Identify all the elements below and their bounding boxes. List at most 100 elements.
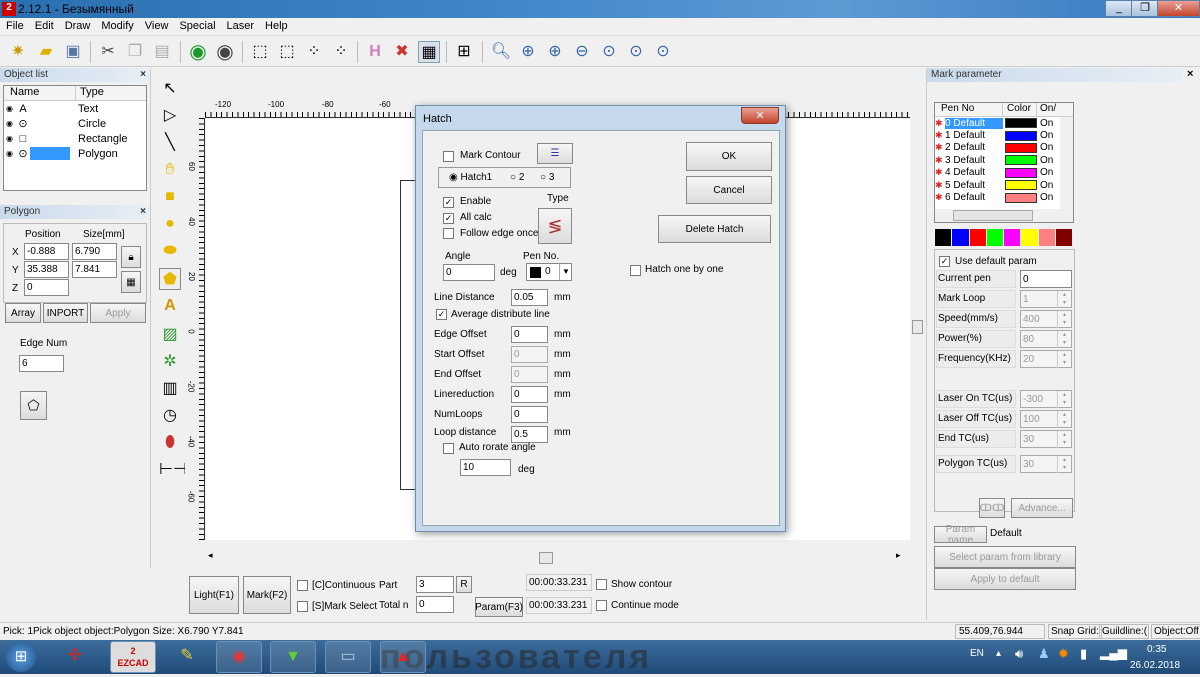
light-button[interactable]: Light(F1) — [189, 576, 239, 614]
close-icon[interactable]: × — [140, 68, 146, 82]
mark-contour-checkbox[interactable] — [443, 151, 454, 162]
delete-hatch-button[interactable]: Delete Hatch — [658, 215, 771, 243]
array-button[interactable]: Array — [5, 303, 41, 323]
object-name[interactable] — [30, 102, 70, 115]
pen-on-state[interactable]: On — [1040, 167, 1053, 178]
text-tool-icon[interactable]: A — [159, 295, 181, 317]
z-position-input[interactable] — [24, 279, 69, 296]
guideline-status[interactable]: Guildline:( — [1099, 624, 1149, 639]
object-name[interactable] — [30, 147, 70, 160]
chain-icon[interactable]: ↀↀ — [979, 498, 1005, 518]
pen-select[interactable]: 0 ▼ — [526, 263, 572, 281]
chevron-down-icon[interactable]: ▼ — [559, 264, 572, 280]
inport-button[interactable]: INPORT — [43, 303, 88, 323]
column-on-off[interactable]: On/ — [1037, 103, 1056, 116]
align-icon[interactable]: ⊞ — [453, 41, 475, 63]
pen-row[interactable]: ✱ 0 Default On — [935, 117, 1073, 129]
object-name[interactable] — [30, 117, 70, 130]
zoom-out-icon[interactable]: ⊖ — [571, 41, 593, 63]
end-offset-input[interactable] — [511, 366, 548, 383]
taskbar-paint-icon[interactable]: ✎ — [164, 641, 210, 673]
visibility-eye-icon[interactable]: ◉ — [4, 104, 16, 113]
angle-input[interactable] — [443, 264, 495, 281]
hatch-one-by-one-checkbox[interactable] — [630, 265, 641, 276]
pen-on-state[interactable]: On — [1040, 130, 1053, 141]
output-port-icon[interactable]: ⊢⊣ — [159, 459, 187, 481]
reset-button[interactable]: R — [456, 576, 472, 593]
zoom-icon[interactable]: 🔍︎ — [490, 41, 512, 63]
loop-distance-input[interactable] — [511, 426, 548, 443]
spinner-icon[interactable]: ▴ ▾ — [1057, 431, 1071, 448]
visibility-eye-icon[interactable]: ◉ — [4, 134, 16, 143]
zoom-all-icon[interactable]: ⊕ — [544, 41, 566, 63]
column-type[interactable]: Type — [76, 86, 104, 100]
spinner-icon[interactable]: ▴ ▾ — [1057, 291, 1071, 308]
menu-edit[interactable]: Edit — [29, 18, 59, 32]
minimize-button[interactable]: _ — [1105, 0, 1133, 17]
node-edit-icon[interactable]: ▷ — [159, 105, 181, 127]
maximize-button[interactable]: ❐ — [1131, 0, 1159, 17]
object-snap-status[interactable]: Object:Off — [1151, 624, 1200, 639]
select-invert-icon[interactable]: ⬚ — [276, 41, 298, 63]
pen-row[interactable]: ✱ 3 Default On — [935, 154, 1073, 166]
palette-swatch[interactable] — [1038, 229, 1055, 246]
advance-button[interactable]: Advance... — [1011, 498, 1073, 518]
average-distribute-checkbox[interactable]: ✓ — [436, 309, 447, 320]
pen-row[interactable]: ✱ 1 Default On — [935, 129, 1073, 141]
ellipse-tool-icon[interactable]: ⬬ — [159, 240, 181, 262]
column-pen-no[interactable]: Pen No — [935, 103, 1003, 116]
cut-icon[interactable]: ✂ — [97, 41, 119, 63]
palette-swatch[interactable] — [1004, 229, 1021, 246]
zoom-select-icon[interactable]: ⊙ — [598, 41, 620, 63]
show-contour-checkbox[interactable] — [596, 579, 607, 590]
palette-swatch[interactable] — [1021, 229, 1038, 246]
dialog-close-button[interactable]: ✕ — [741, 107, 779, 124]
volume-icon[interactable]: 🔊︎ — [1015, 646, 1023, 662]
pen-on-state[interactable]: On — [1040, 142, 1053, 153]
line-distance-input[interactable] — [511, 289, 548, 306]
edge-num-input[interactable] — [19, 355, 64, 372]
redo-icon[interactable]: ◉ — [214, 41, 236, 63]
horizontal-scrollbar[interactable]: ◂ ▸ — [206, 550, 910, 565]
spinner-icon[interactable]: ▴ ▾ — [1057, 456, 1071, 473]
polygon-shape-icon[interactable]: ⬠ — [20, 391, 47, 420]
object-list-row[interactable]: ◉ ⊙ Polygon — [4, 146, 146, 161]
close-button[interactable]: ✕ — [1157, 0, 1200, 17]
column-color[interactable]: Color — [1003, 103, 1037, 116]
pen-on-state[interactable]: On — [1040, 118, 1053, 129]
clock-date[interactable]: 26.02.2018 — [1130, 660, 1180, 671]
pen-list-hscroll[interactable] — [935, 209, 1073, 222]
circle-tool-icon[interactable]: ● — [159, 213, 181, 235]
mark-button[interactable]: Mark(F2) — [243, 576, 291, 614]
ok-button[interactable]: OK — [686, 142, 772, 171]
object-name[interactable] — [30, 132, 70, 145]
auto-rotate-input[interactable] — [460, 459, 511, 476]
pen-on-state[interactable]: On — [1040, 155, 1053, 166]
apply-button[interactable]: Apply — [90, 303, 146, 323]
pen-row[interactable]: ✱ 6 Default On — [935, 191, 1073, 203]
param-button[interactable]: Param(F3) — [475, 597, 523, 617]
start-offset-input[interactable] — [511, 346, 548, 363]
palette-swatch[interactable] — [952, 229, 969, 246]
open-folder-icon[interactable]: ▰ — [35, 41, 57, 63]
group-icon[interactable]: ⁘ — [303, 41, 325, 63]
menu-special[interactable]: Special — [173, 18, 220, 32]
vector-import-icon[interactable]: ✲ — [159, 351, 181, 373]
taskbar-corel-icon[interactable]: ▼ — [270, 641, 316, 673]
linereduction-input[interactable] — [511, 386, 548, 403]
spinner-icon[interactable]: ▴ ▾ — [1057, 311, 1071, 328]
pen-row[interactable]: ✱ 5 Default On — [935, 179, 1073, 191]
pen-row[interactable]: ✱ 2 Default On — [935, 142, 1073, 154]
hatch1-radio[interactable]: ◉ Hatch1 — [449, 172, 492, 183]
mark-select-checkbox[interactable] — [297, 601, 308, 612]
pen-on-state[interactable]: On — [1040, 192, 1053, 203]
palette-swatch[interactable] — [935, 229, 952, 246]
taskbar-drive-icon[interactable]: ▭ — [325, 641, 371, 673]
paste-icon[interactable]: ▤ — [151, 41, 173, 63]
curve-icon[interactable]: ✋︎ — [159, 159, 181, 181]
snap-grid-status[interactable]: Snap Grid: — [1048, 624, 1102, 639]
pen-on-state[interactable]: On — [1040, 180, 1053, 191]
tools-icon[interactable]: ✖ — [391, 41, 413, 63]
menu-modify[interactable]: Modify — [95, 18, 138, 32]
column-name[interactable]: Name — [4, 86, 76, 100]
